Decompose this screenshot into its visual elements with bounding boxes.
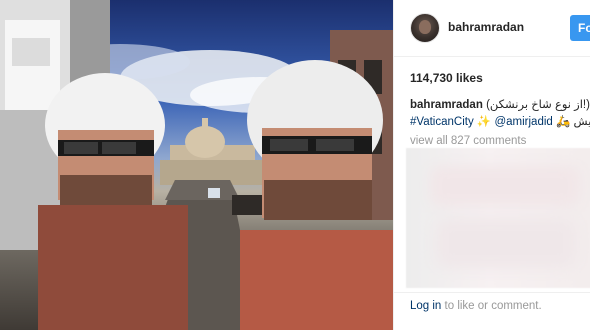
- post-header: bahramradan Fo: [394, 0, 590, 56]
- likes-count[interactable]: 114,730 likes: [410, 71, 483, 85]
- caption-text-line1: (از نوع شاخ برنشکن!) یدی جان: [486, 99, 590, 111]
- instagram-post: bahramradan Fo 114,730 likes bahramradan…: [0, 0, 590, 330]
- blurred-comments-area: [406, 148, 590, 288]
- hashtag-link[interactable]: #VaticanCity: [410, 116, 474, 128]
- post-side-panel: bahramradan Fo 114,730 likes bahramradan…: [393, 0, 590, 330]
- caption-username[interactable]: bahramradan: [410, 99, 483, 111]
- photo-illustration: [0, 0, 393, 330]
- blur-patch: [436, 218, 576, 268]
- caption-line2: #VaticanCity ✨ @amirjadid 🛵 جلدی پیش: [410, 114, 590, 131]
- mention-link[interactable]: @amirjadid: [494, 116, 552, 128]
- footer-divider: [394, 292, 590, 293]
- sparkles-icon: ✨: [476, 116, 492, 128]
- username[interactable]: bahramradan: [448, 20, 524, 34]
- login-rest-text: to like or comment.: [441, 300, 542, 312]
- view-all-comments-link[interactable]: view all 827 comments: [410, 135, 526, 147]
- user-avatar-icon[interactable]: [410, 13, 440, 43]
- post-photo[interactable]: [0, 0, 393, 330]
- blur-patch: [430, 166, 580, 206]
- caption-text-line2: جلدی پیش: [573, 116, 590, 128]
- scooter-emoji-icon: 🛵: [556, 116, 571, 128]
- post-caption: bahramradan (از نوع شاخ برنشکن!) یدی جان…: [410, 97, 590, 131]
- header-divider: [394, 56, 590, 57]
- follow-button[interactable]: Fo: [570, 15, 590, 41]
- login-prompt: Log in to like or comment.: [410, 300, 542, 312]
- login-link[interactable]: Log in: [410, 300, 441, 312]
